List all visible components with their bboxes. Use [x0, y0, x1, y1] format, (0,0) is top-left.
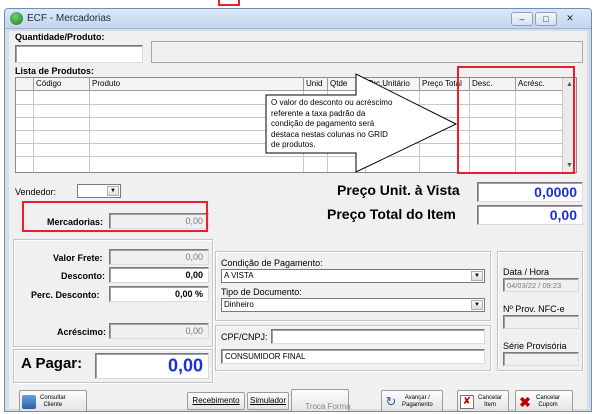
callout-text: O valor do desconto ou acréscimo referen…: [271, 98, 393, 149]
arrow-callout-shape: [265, 73, 458, 173]
